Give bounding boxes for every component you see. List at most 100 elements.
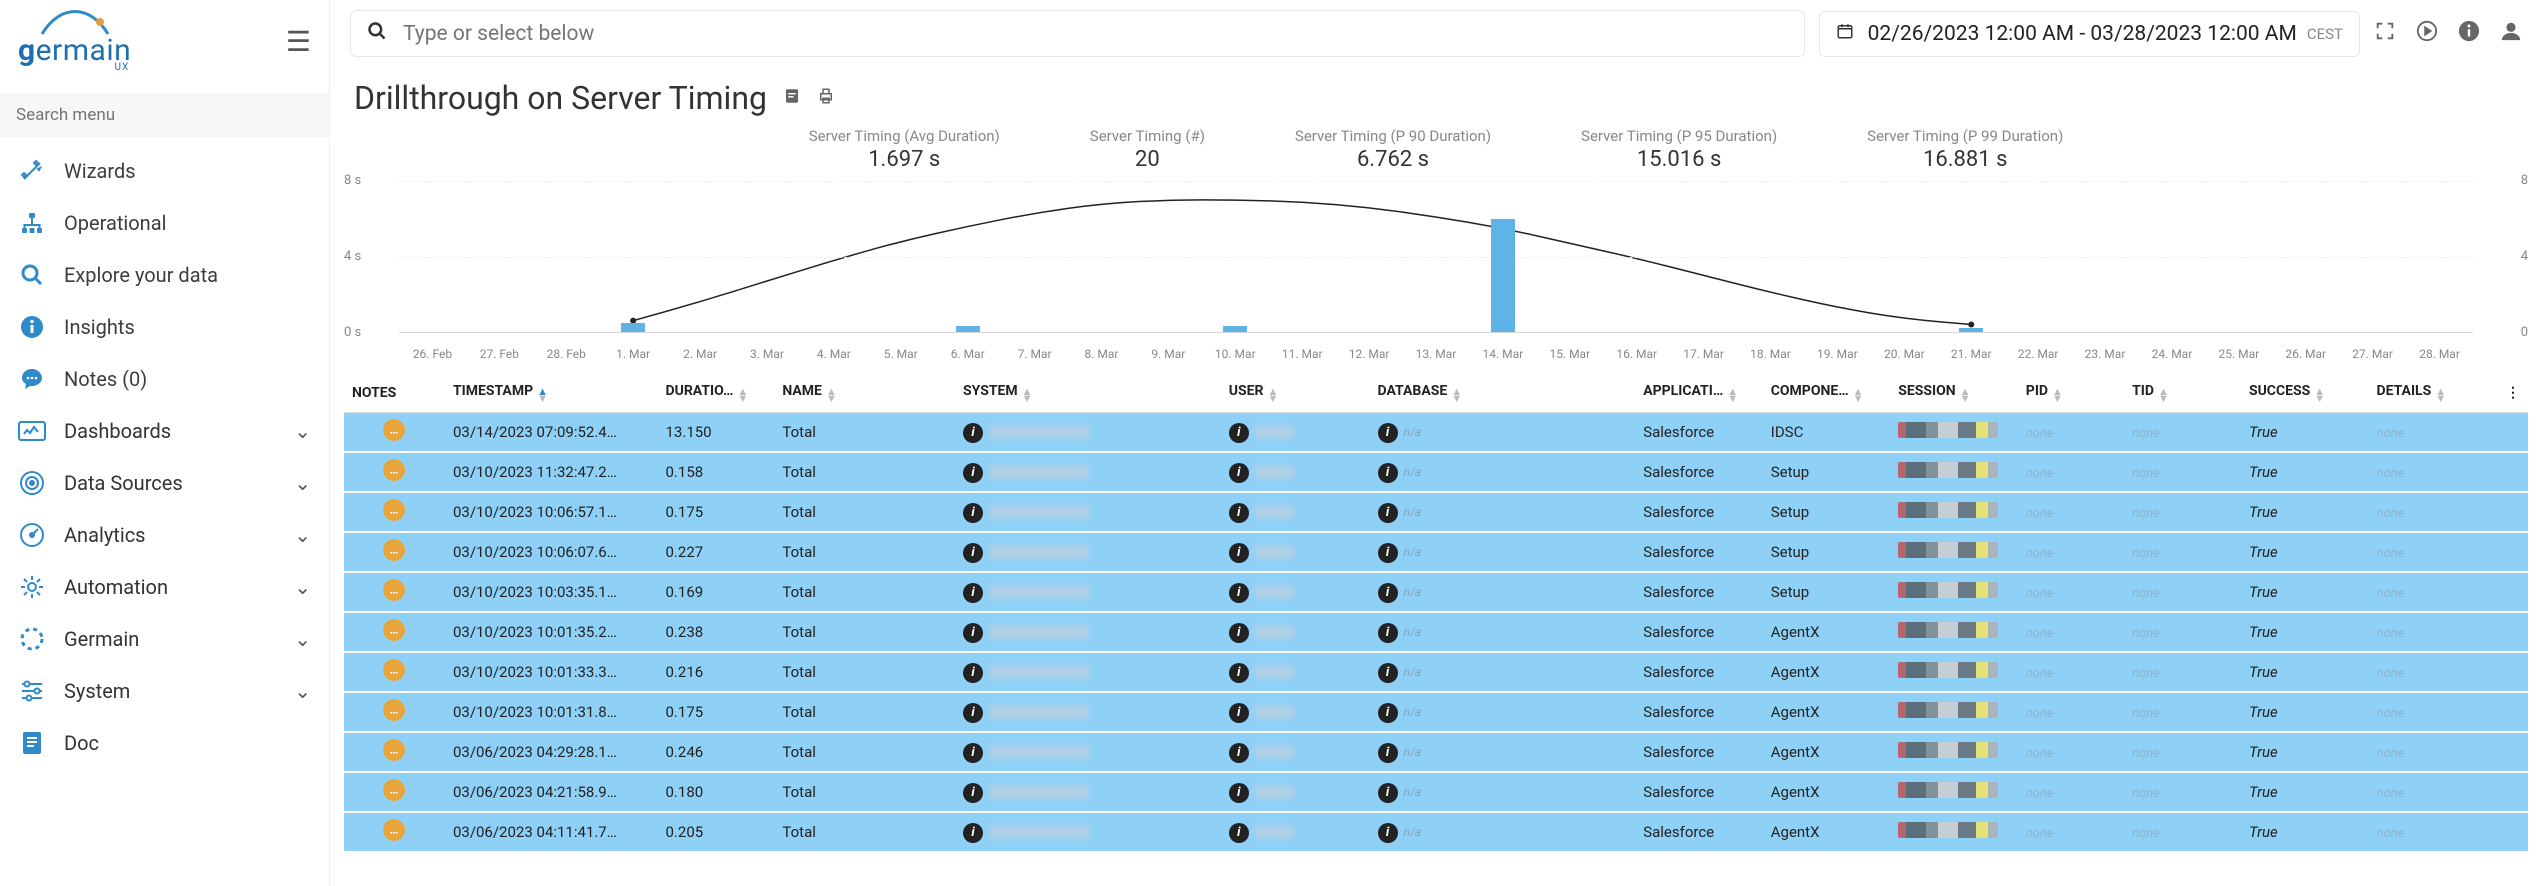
info-icon[interactable]: i [963,823,983,843]
info-icon[interactable]: i [1378,423,1398,443]
table-row[interactable]: 03/10/2023 10:01:35.2…0.238Totaliiin/aSa… [344,612,2528,652]
table-row[interactable]: 03/10/2023 10:03:35.1…0.169Totaliiin/aSa… [344,572,2528,612]
sidebar-item-wizards[interactable]: Wizards [0,145,329,197]
col-details[interactable]: DETAILS▲▼ [2368,373,2496,413]
col-name[interactable]: NAME▲▼ [774,373,955,413]
col-pid[interactable]: PID▲▼ [2018,373,2124,413]
menu-toggle-icon[interactable]: ☰ [286,25,311,58]
table-row[interactable]: 03/10/2023 10:01:33.3…0.216Totaliiin/aSa… [344,652,2528,692]
cell-session[interactable] [1890,692,2018,732]
sidebar-item-notes[interactable]: Notes (0) [0,353,329,405]
table-row[interactable]: 03/10/2023 10:06:07.6…0.227Totaliiin/aSa… [344,532,2528,572]
info-icon[interactable]: i [1229,543,1249,563]
date-range-picker[interactable]: 02/26/2023 12:00 AM - 03/28/2023 12:00 A… [1819,11,2360,57]
brand-logo[interactable]: ggermainermain UX [18,10,131,73]
info-icon[interactable]: i [1378,583,1398,603]
note-icon[interactable] [383,579,405,601]
sidebar-search-input[interactable] [0,93,329,137]
note-icon[interactable] [383,699,405,721]
sidebar-item-operational[interactable]: Operational [0,197,329,249]
col-database[interactable]: DATABASE▲▼ [1370,373,1636,413]
info-icon[interactable]: i [1378,743,1398,763]
info-icon[interactable]: i [963,503,983,523]
note-icon[interactable] [383,459,405,481]
table-row[interactable]: 03/10/2023 11:32:47.2…0.158Totaliiin/aSa… [344,452,2528,492]
col-tid[interactable]: TID▲▼ [2124,373,2241,413]
info-icon[interactable]: i [1378,783,1398,803]
info-icon[interactable]: i [963,743,983,763]
info-icon[interactable]: i [963,583,983,603]
info-icon[interactable]: i [963,783,983,803]
info-icon[interactable]: i [963,703,983,723]
info-icon[interactable]: i [1229,703,1249,723]
info-icon[interactable]: i [1378,623,1398,643]
sidebar-section-doc[interactable]: Doc [0,717,329,769]
info-icon[interactable]: i [1229,823,1249,843]
col-user[interactable]: USER▲▼ [1221,373,1370,413]
user-icon[interactable] [2500,20,2522,48]
note-icon[interactable] [383,739,405,761]
cell-session[interactable] [1890,492,2018,532]
info-icon[interactable]: i [963,423,983,443]
print-icon[interactable] [817,87,835,110]
info-icon[interactable]: i [1378,543,1398,563]
info-icon[interactable]: i [963,623,983,643]
info-icon[interactable]: i [963,543,983,563]
cell-session[interactable] [1890,572,2018,612]
note-icon[interactable] [383,539,405,561]
sidebar-item-explore[interactable]: Explore your data [0,249,329,301]
chart-canvas[interactable]: 0 s4 s8 s 048 26. Feb27. Feb28. Feb1. Ma… [344,181,2528,361]
sidebar-item-insights[interactable]: Insights [0,301,329,353]
col-component[interactable]: COMPONE…▲▼ [1763,373,1891,413]
info-icon[interactable]: i [1229,663,1249,683]
sidebar-section-analytics[interactable]: Analytics ⌄ [0,509,329,561]
sidebar-section-dashboards[interactable]: Dashboards ⌄ [0,405,329,457]
note-icon[interactable] [383,499,405,521]
sidebar-section-germain[interactable]: Germain ⌄ [0,613,329,665]
table-more[interactable]: ⋮ [2496,373,2528,413]
play-icon[interactable] [2416,20,2438,48]
cell-session[interactable] [1890,732,2018,772]
cell-session[interactable] [1890,812,2018,852]
info-icon[interactable]: i [1229,503,1249,523]
info-icon[interactable]: i [1378,503,1398,523]
info-icon[interactable]: i [1229,783,1249,803]
info-icon[interactable] [2458,20,2480,48]
sidebar-section-datasources[interactable]: Data Sources ⌄ [0,457,329,509]
cell-session[interactable] [1890,413,2018,453]
info-icon[interactable]: i [963,663,983,683]
col-application[interactable]: APPLICATI…▲▼ [1635,373,1763,413]
cell-session[interactable] [1890,532,2018,572]
info-icon[interactable]: i [963,463,983,483]
info-icon[interactable]: i [1378,823,1398,843]
table-row[interactable]: 03/06/2023 04:29:28.1…0.246Totaliiin/aSa… [344,732,2528,772]
note-icon[interactable] [383,779,405,801]
sidebar-section-automation[interactable]: Automation ⌄ [0,561,329,613]
info-icon[interactable]: i [1378,463,1398,483]
col-notes[interactable]: NOTES [344,373,445,413]
col-timestamp[interactable]: TIMESTAMP▲▼ [445,373,658,413]
cell-session[interactable] [1890,612,2018,652]
global-search[interactable] [350,10,1805,57]
cell-session[interactable] [1890,772,2018,812]
info-icon[interactable]: i [1378,703,1398,723]
note-icon[interactable] [383,819,405,841]
table-row[interactable]: 03/14/2023 07:09:52.4…13.150Totaliiin/aS… [344,413,2528,453]
global-search-input[interactable] [403,22,1788,46]
cell-session[interactable] [1890,652,2018,692]
sidebar-section-system[interactable]: System ⌄ [0,665,329,717]
table-row[interactable]: 03/10/2023 10:01:31.8…0.175Totaliiin/aSa… [344,692,2528,732]
table-row[interactable]: 03/06/2023 04:11:41.7…0.205Totaliiin/aSa… [344,812,2528,852]
info-icon[interactable]: i [1229,743,1249,763]
col-success[interactable]: SUCCESS▲▼ [2241,373,2369,413]
info-icon[interactable]: i [1378,663,1398,683]
table-row[interactable]: 03/10/2023 10:06:57.1…0.175Totaliiin/aSa… [344,492,2528,532]
table-row[interactable]: 03/06/2023 04:21:58.9…0.180Totaliiin/aSa… [344,772,2528,812]
info-icon[interactable]: i [1229,423,1249,443]
col-session[interactable]: SESSION▲▼ [1890,373,2018,413]
info-icon[interactable]: i [1229,583,1249,603]
cell-session[interactable] [1890,452,2018,492]
note-icon[interactable] [383,419,405,441]
info-icon[interactable]: i [1229,623,1249,643]
fullscreen-icon[interactable] [2374,20,2396,48]
